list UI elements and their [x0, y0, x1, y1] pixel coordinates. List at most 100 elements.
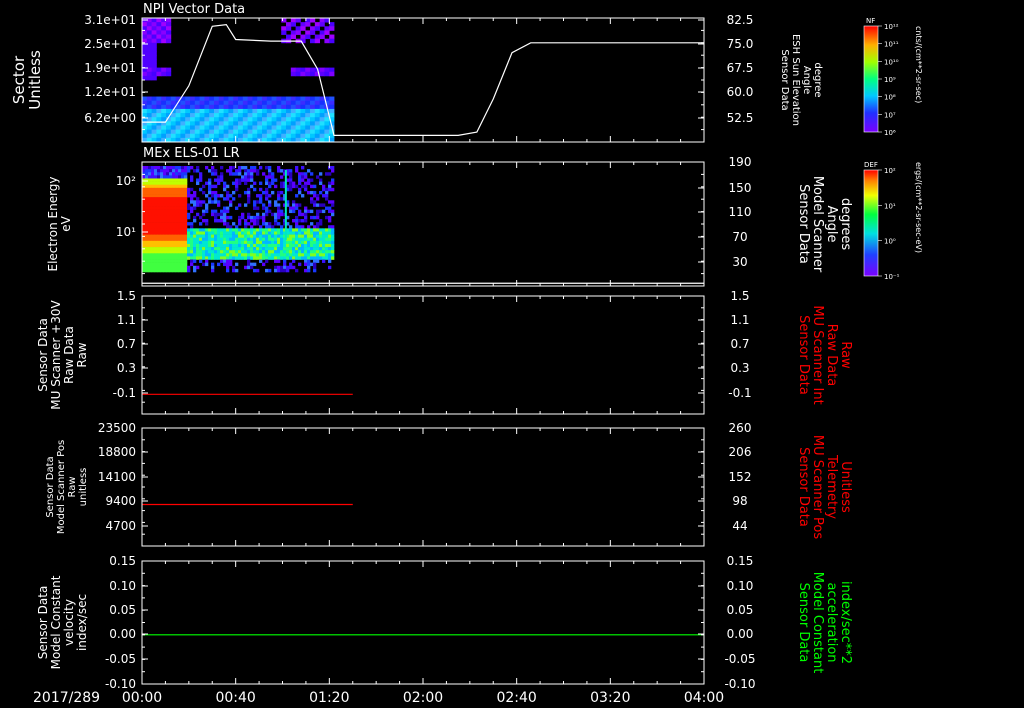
heatmap-cell	[163, 190, 167, 195]
heatmap-cell	[166, 262, 170, 267]
heatmap-cell	[214, 212, 218, 217]
heatmap-cell	[256, 172, 260, 176]
heatmap-cell	[241, 228, 245, 232]
heatmap-cell	[238, 231, 242, 235]
heatmap-cell	[178, 190, 182, 195]
heatmap-cell	[148, 172, 152, 176]
heatmap-cell	[286, 108, 292, 114]
heatmap-cell	[214, 113, 220, 118]
heatmap-cell	[175, 222, 179, 226]
heatmap-cell	[170, 100, 177, 106]
colorbar-tick-label: 10⁰	[884, 238, 896, 246]
heatmap-cell	[298, 219, 302, 223]
heatmap-cell	[228, 129, 234, 135]
heatmap-cell	[268, 172, 272, 176]
heatmap-cell	[160, 187, 164, 192]
heatmap-cell	[238, 121, 244, 126]
heatmap-cell	[301, 166, 305, 170]
heatmap-cell	[310, 133, 316, 139]
heatmap-cell	[247, 247, 251, 251]
heatmap-cell	[220, 247, 224, 251]
heatmap-cell	[266, 104, 273, 110]
heatmap-cell	[185, 125, 191, 130]
heatmap-cell	[172, 197, 176, 201]
heatmap-cell	[238, 237, 242, 242]
heatmap-cell	[281, 117, 287, 122]
heatmap-cell	[295, 108, 301, 114]
heatmap-cell	[223, 129, 229, 135]
heatmap-cell	[178, 259, 182, 263]
heatmap-cell	[265, 268, 269, 273]
heatmap-cell	[256, 212, 260, 217]
heatmap-cell	[247, 237, 251, 242]
heatmap-cell	[229, 215, 233, 220]
heatmap-cell	[290, 100, 297, 106]
heatmap-cell	[250, 228, 254, 232]
heatmap-cell	[274, 243, 278, 248]
heatmap-cell	[238, 219, 242, 223]
heatmap-cell	[166, 175, 170, 179]
heatmap-cell	[169, 237, 173, 242]
heatmap-cell	[157, 268, 161, 273]
heatmap-cell	[187, 240, 191, 245]
heatmap-cell	[223, 125, 229, 130]
heatmap-cell	[214, 250, 218, 254]
heatmap-cell	[314, 96, 321, 102]
heatmap-cell	[166, 96, 172, 102]
heatmap-cell	[145, 169, 149, 173]
heatmap-cell	[205, 206, 209, 210]
heatmap-cell	[160, 206, 164, 210]
heatmap-cell	[244, 175, 248, 179]
heatmap-cell	[205, 181, 209, 186]
heatmap-cell	[184, 212, 188, 217]
heatmap-cell	[241, 215, 245, 220]
y-axis-label-line: Model Constant	[49, 575, 63, 669]
heatmap-cell	[196, 234, 200, 239]
heatmap-cell	[175, 178, 179, 182]
heatmap-cell	[313, 259, 317, 263]
heatmap-cell	[163, 262, 167, 267]
heatmap-cell	[169, 225, 173, 229]
heatmap-cell	[271, 247, 275, 251]
heatmap-cell	[166, 206, 170, 210]
heatmap-cell	[310, 262, 314, 267]
heatmap-cell	[238, 222, 242, 226]
heatmap-cell	[268, 250, 272, 254]
heatmap-cell	[310, 197, 314, 201]
heatmap-cell	[160, 256, 164, 260]
heatmap-cell	[187, 212, 191, 217]
heatmap-cell	[280, 234, 284, 239]
heatmap-cell	[163, 247, 167, 251]
heatmap-cell	[161, 67, 167, 73]
heatmap-cell	[175, 187, 179, 192]
heatmap-cell	[178, 225, 182, 229]
heatmap-cell	[319, 22, 325, 27]
heatmap-cell	[257, 129, 263, 135]
heatmap-cell	[286, 250, 290, 254]
heatmap-cell	[148, 209, 152, 214]
heatmap-cell	[277, 247, 281, 251]
heatmap-cell	[172, 184, 176, 189]
heatmap-cell	[209, 117, 215, 122]
heatmap-cell	[262, 104, 268, 110]
heatmap-cell	[163, 253, 167, 257]
heatmap-cell	[193, 215, 197, 220]
heatmap-cell	[298, 181, 302, 186]
heatmap-cell	[322, 194, 326, 198]
y-axis-label-line: Sensor Data	[779, 49, 790, 110]
heatmap-cell	[305, 22, 311, 27]
heatmap-cell	[322, 184, 326, 189]
heatmap-cell	[310, 234, 314, 239]
heatmap-cell	[169, 206, 173, 210]
colorbar-tick-label: 10¹	[884, 202, 896, 210]
heatmap-cell	[205, 234, 209, 239]
plot-frame	[141, 427, 705, 547]
heatmap-cell	[163, 225, 167, 229]
heatmap-cell	[142, 108, 148, 114]
heatmap-cell	[307, 178, 311, 182]
heatmap-cell	[199, 121, 205, 126]
heatmap-cell	[190, 240, 194, 245]
heatmap-cell	[241, 250, 245, 254]
heatmap-cell	[280, 228, 284, 232]
heatmap-cell	[148, 247, 152, 251]
